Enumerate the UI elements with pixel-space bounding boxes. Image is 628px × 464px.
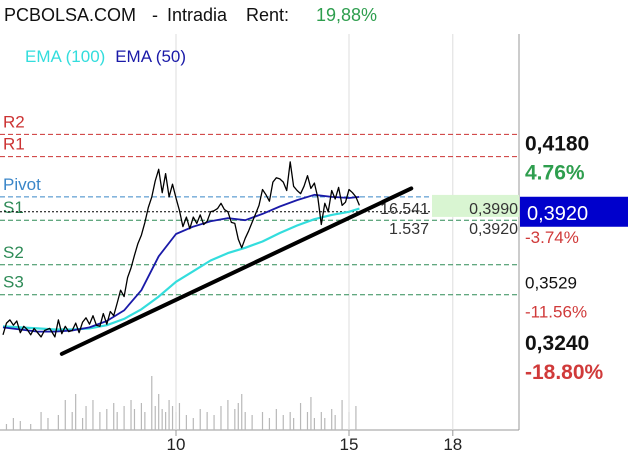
ema100-series xyxy=(2,207,360,331)
axis-change-label: -11.56% xyxy=(525,303,587,322)
ask-size: 1.537 xyxy=(389,221,429,238)
current-price-label: 0,3920 xyxy=(527,203,588,225)
level-label-pivot: Pivot xyxy=(3,175,41,194)
level-label-s2: S2 xyxy=(3,243,24,262)
x-tick-label: 18 xyxy=(443,435,462,454)
intraday-chart: PCBOLSA.COM - Intradia Rent: 19,88% R2 R1… xyxy=(0,5,628,454)
x-axis-ticks: 10 15 18 xyxy=(167,430,462,454)
support-trendline xyxy=(59,186,414,356)
x-tick-label: 10 xyxy=(167,435,186,454)
quote-box: 16.541 0,3990 1.537 0,3920 xyxy=(380,194,519,238)
axis-change-label: -3.74% xyxy=(525,228,579,247)
x-tick-label: 15 xyxy=(340,435,359,454)
ask-price: 0,3920 xyxy=(469,221,518,238)
ema50-line xyxy=(2,193,360,333)
legend: EMA (100) EMA (50) xyxy=(25,47,186,66)
level-label-s3: S3 xyxy=(3,273,24,292)
symbol-label: PCBOLSA.COM xyxy=(4,5,136,25)
header-separator: - xyxy=(152,5,158,25)
level-label-s1: S1 xyxy=(3,198,24,217)
rent-label: Rent: xyxy=(246,5,289,25)
bid-size: 16.541 xyxy=(380,201,429,218)
legend-entry: EMA (100) xyxy=(25,47,105,66)
price-series xyxy=(2,161,361,338)
mode-label: Intradia xyxy=(167,5,228,25)
volume-bars xyxy=(5,376,357,430)
ema100-line xyxy=(2,207,360,331)
axis-price-label: 0,4180 xyxy=(525,133,589,156)
axis-change-label: 4.76% xyxy=(525,162,585,185)
axis-change-label: -18.80% xyxy=(525,361,604,384)
level-label-r2: R2 xyxy=(3,112,25,131)
chart-header: PCBOLSA.COM - Intradia Rent: 19,88% xyxy=(4,5,377,25)
ema50-series xyxy=(2,193,360,333)
axis-price-label: 0,3240 xyxy=(525,332,589,355)
rent-value: 19,88% xyxy=(316,5,377,25)
right-axis-labels: 0,4180 4.76% -3.74% 0,3529 -11.56% 0,3240 -18.… xyxy=(520,133,628,384)
axis-price-label: 0,3529 xyxy=(525,274,577,293)
trend-line xyxy=(59,186,414,356)
bid-price: 0,3990 xyxy=(469,201,518,218)
price-line xyxy=(2,161,361,338)
level-label-r1: R1 xyxy=(3,135,25,154)
legend-entry: EMA (50) xyxy=(115,47,186,66)
